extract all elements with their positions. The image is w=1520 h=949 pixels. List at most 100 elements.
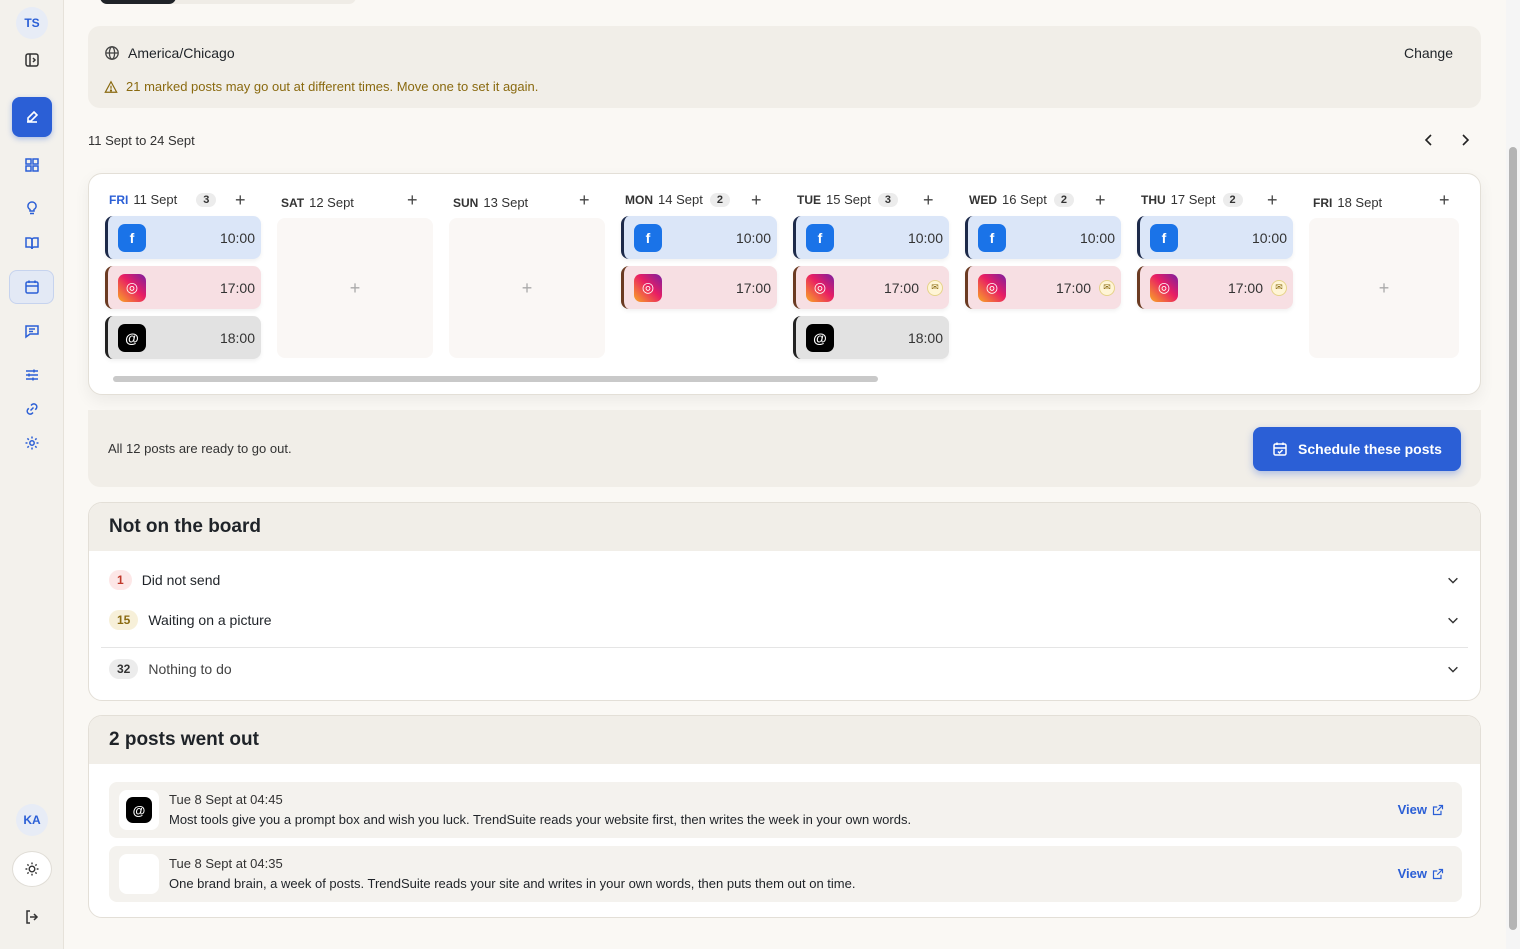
next-week-button[interactable] bbox=[1457, 132, 1473, 148]
day-column: MON 14 Sept 2 + f 10:00 ◎ 17:00 bbox=[605, 174, 777, 374]
post-card-threads[interactable]: @ 18:00 bbox=[105, 316, 261, 359]
ideas-icon[interactable] bbox=[12, 190, 52, 226]
not-on-board-title: Not on the board bbox=[89, 503, 1480, 551]
dashboard-icon[interactable] bbox=[12, 147, 52, 183]
add-post-button[interactable]: + bbox=[1267, 190, 1278, 211]
divider bbox=[101, 647, 1468, 648]
compose-icon[interactable] bbox=[12, 97, 52, 137]
post-card-facebook[interactable]: f 10:00 bbox=[1137, 216, 1293, 259]
link-icon[interactable] bbox=[12, 391, 52, 427]
post-card-instagram[interactable]: ◎ 17:00 ✉ bbox=[965, 266, 1121, 309]
external-link-icon bbox=[1432, 804, 1444, 815]
workspace-avatar[interactable]: TS bbox=[16, 7, 48, 39]
post-card-instagram[interactable]: ◎ 17:00 ✉ bbox=[1137, 266, 1293, 309]
timezone-card: America/Chicago Change 21 marked posts m… bbox=[88, 26, 1481, 108]
facebook-icon: f bbox=[634, 223, 662, 252]
accordion-did-not-send[interactable]: 1 Did not send bbox=[109, 570, 1460, 590]
post-card-facebook[interactable]: f 10:00 bbox=[105, 216, 261, 259]
calendar-check-icon bbox=[1273, 442, 1287, 456]
instagram-icon: ◎ bbox=[634, 273, 662, 302]
top-tab-active[interactable] bbox=[100, 0, 176, 4]
post-count-badge: 3 bbox=[196, 192, 217, 207]
view-label: View bbox=[1397, 866, 1427, 881]
day-dow: THU bbox=[1141, 192, 1166, 207]
add-post-button[interactable]: + bbox=[1439, 190, 1450, 211]
add-post-button[interactable]: + bbox=[579, 190, 590, 211]
sliders-icon[interactable] bbox=[12, 357, 52, 393]
day-date: 11 Sept bbox=[133, 192, 178, 207]
day-column: FRI 18 Sept + + bbox=[1293, 174, 1459, 374]
count-badge: 15 bbox=[109, 610, 139, 630]
user-avatar[interactable]: KA bbox=[16, 804, 48, 836]
accordion-waiting-on-picture[interactable]: 15 Waiting on a picture bbox=[109, 610, 1460, 630]
empty-day-add[interactable]: + bbox=[449, 218, 605, 358]
prev-week-button[interactable] bbox=[1421, 132, 1437, 148]
day-dow: SUN bbox=[453, 195, 479, 210]
day-header: FRI 11 Sept 3 bbox=[109, 192, 217, 207]
threads-logo: @ bbox=[126, 797, 152, 823]
day-dow: WED bbox=[969, 192, 997, 207]
day-dow: SAT bbox=[281, 195, 305, 210]
instagram-icon: ◎ bbox=[978, 273, 1006, 302]
change-timezone-button[interactable]: Change bbox=[1404, 45, 1453, 61]
schedule-posts-label: Schedule these posts bbox=[1298, 441, 1442, 457]
post-card-instagram[interactable]: ◎ 17:00 bbox=[105, 266, 261, 309]
sidebar: TS KA bbox=[0, 0, 64, 949]
post-time: 10:00 bbox=[1251, 229, 1287, 246]
post-time: 17:00 bbox=[1227, 279, 1263, 296]
add-post-button[interactable]: + bbox=[407, 190, 418, 211]
ready-card: All 12 posts are ready to go out. Schedu… bbox=[88, 410, 1481, 487]
instagram-icon: ◎ bbox=[1150, 273, 1178, 302]
view-post-link[interactable]: View bbox=[1398, 802, 1444, 817]
post-card-facebook[interactable]: f 10:00 bbox=[621, 216, 777, 259]
empty-day-add[interactable]: + bbox=[1309, 218, 1459, 358]
chevron-down-icon bbox=[1448, 617, 1458, 624]
day-column: SAT 12 Sept + + bbox=[261, 174, 433, 374]
theme-toggle-icon[interactable] bbox=[12, 851, 52, 887]
day-dow: FRI bbox=[1313, 195, 1333, 210]
sent-time: Tue 8 Sept at 04:35 bbox=[169, 856, 283, 871]
add-post-button[interactable]: + bbox=[923, 190, 934, 211]
chevron-left-icon bbox=[1424, 134, 1432, 146]
workspace-initials: TS bbox=[24, 16, 40, 30]
count-badge: 32 bbox=[109, 659, 139, 679]
day-header: TUE 15 Sept 3 bbox=[797, 192, 898, 207]
post-time: 10:00 bbox=[735, 229, 771, 246]
day-column: THU 17 Sept 2 + f 10:00 ◎ 17:00 ✉ bbox=[1121, 174, 1293, 374]
view-post-link[interactable]: View bbox=[1398, 866, 1444, 881]
facebook-icon: f bbox=[118, 223, 146, 252]
calendar-icon[interactable] bbox=[9, 270, 54, 304]
threads-icon: @ bbox=[119, 790, 159, 830]
messages-icon[interactable] bbox=[12, 313, 52, 349]
post-time: 10:00 bbox=[907, 229, 943, 246]
add-post-button[interactable]: + bbox=[235, 190, 246, 211]
post-card-facebook[interactable]: f 10:00 bbox=[965, 216, 1121, 259]
post-count-badge: 3 bbox=[877, 192, 898, 207]
warning-text: 21 marked posts may go out at different … bbox=[126, 79, 539, 94]
page-scrollbar-thumb[interactable] bbox=[1509, 147, 1517, 930]
ready-status: All 12 posts are ready to go out. bbox=[108, 441, 292, 456]
sent-time: Tue 8 Sept at 04:45 bbox=[169, 792, 283, 807]
instagram-icon: ◎ bbox=[806, 273, 834, 302]
timezone-warning: 21 marked posts may go out at different … bbox=[104, 79, 538, 94]
post-card-threads[interactable]: @ 18:00 bbox=[793, 316, 949, 359]
schedule-posts-button[interactable]: Schedule these posts bbox=[1253, 427, 1461, 471]
library-icon[interactable] bbox=[12, 225, 52, 261]
post-card-instagram[interactable]: ◎ 17:00 bbox=[621, 266, 777, 309]
post-card-instagram[interactable]: ◎ 17:00 ✉ bbox=[793, 266, 949, 309]
chevron-down-icon bbox=[1448, 666, 1458, 673]
post-time: 10:00 bbox=[219, 229, 255, 246]
accordion-nothing-to-do[interactable]: 32 Nothing to do bbox=[109, 659, 1460, 679]
post-time: 17:00 bbox=[883, 279, 919, 296]
logout-icon[interactable] bbox=[12, 899, 52, 935]
settings-icon[interactable] bbox=[12, 425, 52, 461]
add-post-button[interactable]: + bbox=[1095, 190, 1106, 211]
day-header: FRI 18 Sept bbox=[1313, 195, 1382, 210]
sidebar-toggle-icon[interactable] bbox=[12, 42, 52, 78]
post-time: 17:00 bbox=[1055, 279, 1091, 296]
board-horizontal-scrollbar[interactable] bbox=[113, 376, 878, 382]
empty-day-add[interactable]: + bbox=[277, 218, 433, 358]
post-card-facebook[interactable]: f 10:00 bbox=[793, 216, 949, 259]
facebook-icon: f bbox=[1150, 223, 1178, 252]
add-post-button[interactable]: + bbox=[751, 190, 762, 211]
